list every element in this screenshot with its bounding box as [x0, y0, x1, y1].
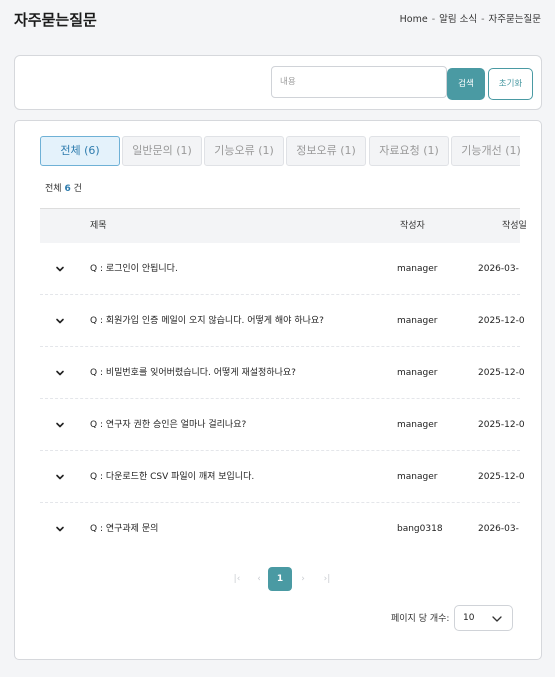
row-date: 2025-12-0 — [478, 368, 525, 378]
row-title[interactable]: Q : 회원가입 인증 메일이 오지 않습니다. 어떻게 해야 하나요? — [90, 295, 324, 347]
per-page-value: 10 — [463, 613, 475, 623]
row-author: manager — [397, 316, 438, 326]
tab-info-error[interactable]: 정보오류 (1) — [286, 136, 366, 166]
tab-general[interactable]: 일반문의 (1) — [122, 136, 202, 166]
tab-feature-improve[interactable]: 기능개선 (1) — [451, 136, 520, 166]
row-title[interactable]: Q : 다운로드한 CSV 파일이 깨져 보입니다. — [90, 451, 254, 503]
search-panel: 내용 검색 초기화 — [14, 55, 542, 110]
chevron-down-icon[interactable] — [55, 420, 65, 430]
breadcrumb-notice[interactable]: 알림 소식 — [439, 14, 477, 25]
table-row[interactable]: Q : 회원가입 인증 메일이 오지 않습니다. 어떻게 해야 하나요? man… — [40, 295, 525, 347]
table-row[interactable]: Q : 비밀번호를 잊어버렸습니다. 어떻게 재설정하나요? manager 2… — [40, 347, 525, 399]
row-author: manager — [397, 472, 438, 482]
column-date: 작성일 — [502, 221, 527, 231]
total-suffix: 건 — [73, 184, 82, 194]
last-page-button[interactable]: ›| — [315, 567, 339, 591]
row-date: 2026-03- — [478, 264, 519, 274]
row-date: 2026-03- — [478, 524, 519, 534]
row-date: 2025-12-0 — [478, 472, 525, 482]
row-author: bang0318 — [397, 524, 443, 534]
table-row[interactable]: Q : 다운로드한 CSV 파일이 깨져 보입니다. manager 2025-… — [40, 451, 525, 503]
row-date: 2025-12-0 — [478, 316, 525, 326]
page-button-current[interactable]: 1 — [268, 567, 292, 591]
search-button[interactable]: 검색 — [447, 68, 485, 100]
chevron-down-icon[interactable] — [55, 264, 65, 274]
per-page-label: 페이지 당 개수: — [391, 614, 450, 624]
table-row[interactable]: Q : 연구과제 문의 bang0318 2026-03- — [40, 503, 520, 555]
search-input[interactable]: 내용 — [271, 66, 447, 98]
breadcrumb-current: 자주묻는질문 — [488, 14, 541, 25]
row-title[interactable]: Q : 연구과제 문의 — [90, 503, 158, 555]
column-title: 제목 — [90, 221, 107, 231]
chevron-down-icon[interactable] — [55, 524, 65, 534]
breadcrumb-separator: - — [481, 14, 485, 25]
table-header: 제목 작성자 작성일 — [40, 208, 527, 243]
breadcrumb-home[interactable]: Home — [400, 14, 428, 25]
tab-function-error[interactable]: 기능오류 (1) — [204, 136, 284, 166]
chevron-down-icon[interactable] — [55, 472, 65, 482]
row-author: manager — [397, 420, 438, 430]
faq-table: 제목 작성자 작성일 Q : 로그인이 안됩니다. manager 2026-0… — [40, 208, 527, 555]
table-row[interactable]: Q : 로그인이 안됩니다. manager 2026-03- — [40, 243, 520, 295]
per-page-select[interactable]: 10 — [454, 605, 513, 631]
page-header: 자주묻는질문 Home - 알림 소식 - 자주묻는질문 — [14, 10, 541, 32]
tab-all[interactable]: 전체 (6) — [40, 136, 120, 166]
page-title: 자주묻는질문 — [14, 11, 97, 29]
faq-list-panel: 전체 (6) 일반문의 (1) 기능오류 (1) 정보오류 (1) 자료요청 (… — [14, 120, 542, 660]
category-tabs: 전체 (6) 일반문의 (1) 기능오류 (1) 정보오류 (1) 자료요청 (… — [40, 136, 520, 166]
chevron-down-icon[interactable] — [55, 316, 65, 326]
row-title[interactable]: Q : 비밀번호를 잊어버렸습니다. 어떻게 재설정하나요? — [90, 347, 296, 399]
next-page-button[interactable]: › — [291, 567, 315, 591]
first-page-button[interactable]: |‹ — [225, 567, 249, 591]
total-prefix: 전체 — [45, 184, 62, 194]
row-author: manager — [397, 264, 438, 274]
row-title[interactable]: Q : 로그인이 안됩니다. — [90, 243, 178, 295]
row-title[interactable]: Q : 연구자 권한 승인은 얼마나 걸리나요? — [90, 399, 246, 451]
chevron-down-icon — [492, 616, 502, 622]
total-number: 6 — [64, 184, 71, 194]
row-author: manager — [397, 368, 438, 378]
tab-data-request[interactable]: 자료요청 (1) — [369, 136, 449, 166]
chevron-down-icon[interactable] — [55, 368, 65, 378]
reset-button[interactable]: 초기화 — [488, 68, 533, 100]
row-date: 2025-12-0 — [478, 420, 525, 430]
breadcrumb-separator: - — [431, 14, 436, 25]
table-row[interactable]: Q : 연구자 권한 승인은 얼마나 걸리나요? manager 2025-12… — [40, 399, 525, 451]
column-author: 작성자 — [400, 221, 425, 231]
breadcrumb: Home - 알림 소식 - 자주묻는질문 — [400, 13, 541, 27]
total-count: 전체 6 건 — [45, 181, 82, 194]
